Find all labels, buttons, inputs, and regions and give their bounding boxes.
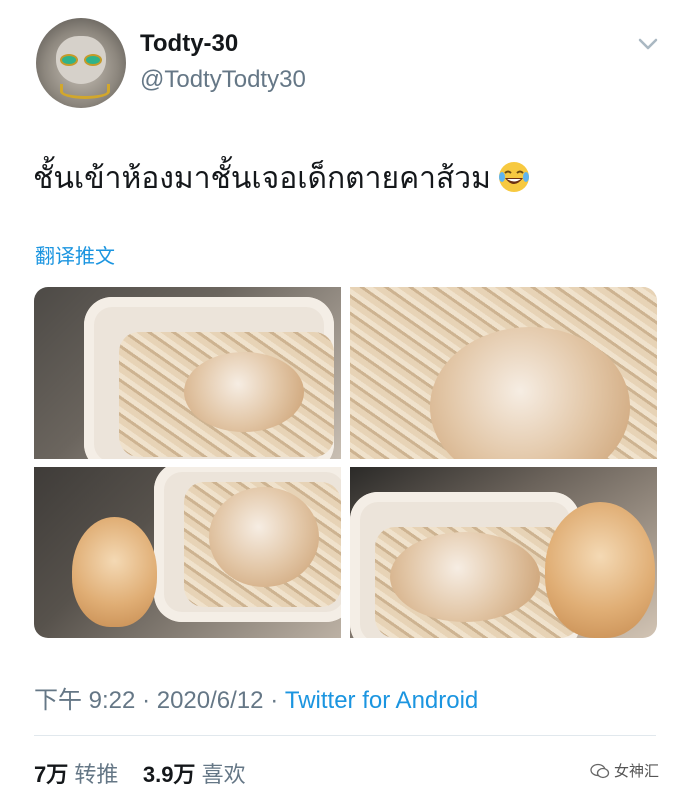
- tweet-source-link[interactable]: Twitter for Android: [285, 687, 478, 714]
- cat-in-litter-box-photo[interactable]: [34, 287, 341, 459]
- gold-chain-icon: [60, 84, 110, 99]
- kitten-beside-litter-box-photo[interactable]: [34, 467, 341, 638]
- watermark: 女神汇: [590, 760, 659, 781]
- cat-sleeping-in-litter-box-photo[interactable]: [350, 467, 657, 638]
- user-handle[interactable]: @TodtyTodty30: [140, 66, 306, 94]
- sunglasses-icon: [58, 54, 104, 66]
- cat-face-in-litter-photo[interactable]: [350, 287, 657, 459]
- retweets-count: 7万: [34, 762, 69, 787]
- watermark-text: 女神汇: [614, 763, 660, 780]
- tweet-text-content: ชั้นเข้าห้องมาชั้นเจอเด็กตายคาส้วม: [33, 162, 491, 195]
- meta-separator: ·: [142, 687, 151, 714]
- tweet-meta: 下午 9:22 · 2020/6/12 · Twitter for Androi…: [34, 680, 478, 715]
- tweet-text: ชั้นเข้าห้องมาชั้นเจอเด็กตายคาส้วม: [33, 155, 531, 202]
- chevron-down-icon[interactable]: [634, 34, 662, 54]
- likes-count: 3.9万: [142, 762, 196, 787]
- tweet-date[interactable]: 2020/6/12: [157, 687, 264, 714]
- translate-tweet-link[interactable]: 翻译推文: [35, 240, 115, 269]
- tweet-time: 下午 9:22: [34, 687, 136, 714]
- display-name[interactable]: Todty-30: [140, 30, 238, 58]
- tweet-stats: 7万 转推 3.9万 喜欢: [34, 757, 246, 789]
- face-with-tears-of-joy-icon: [498, 162, 529, 192]
- retweets-label: 转推: [74, 762, 119, 787]
- likes-label: 喜欢: [201, 762, 246, 787]
- avatar[interactable]: [36, 18, 126, 108]
- likes-stat[interactable]: 3.9万 喜欢: [143, 762, 246, 787]
- divider: [34, 735, 656, 736]
- meta-separator: ·: [270, 687, 279, 714]
- wechat-icon: [590, 763, 610, 779]
- retweets-stat[interactable]: 7万 转推: [34, 762, 118, 787]
- photo-grid: [34, 287, 657, 638]
